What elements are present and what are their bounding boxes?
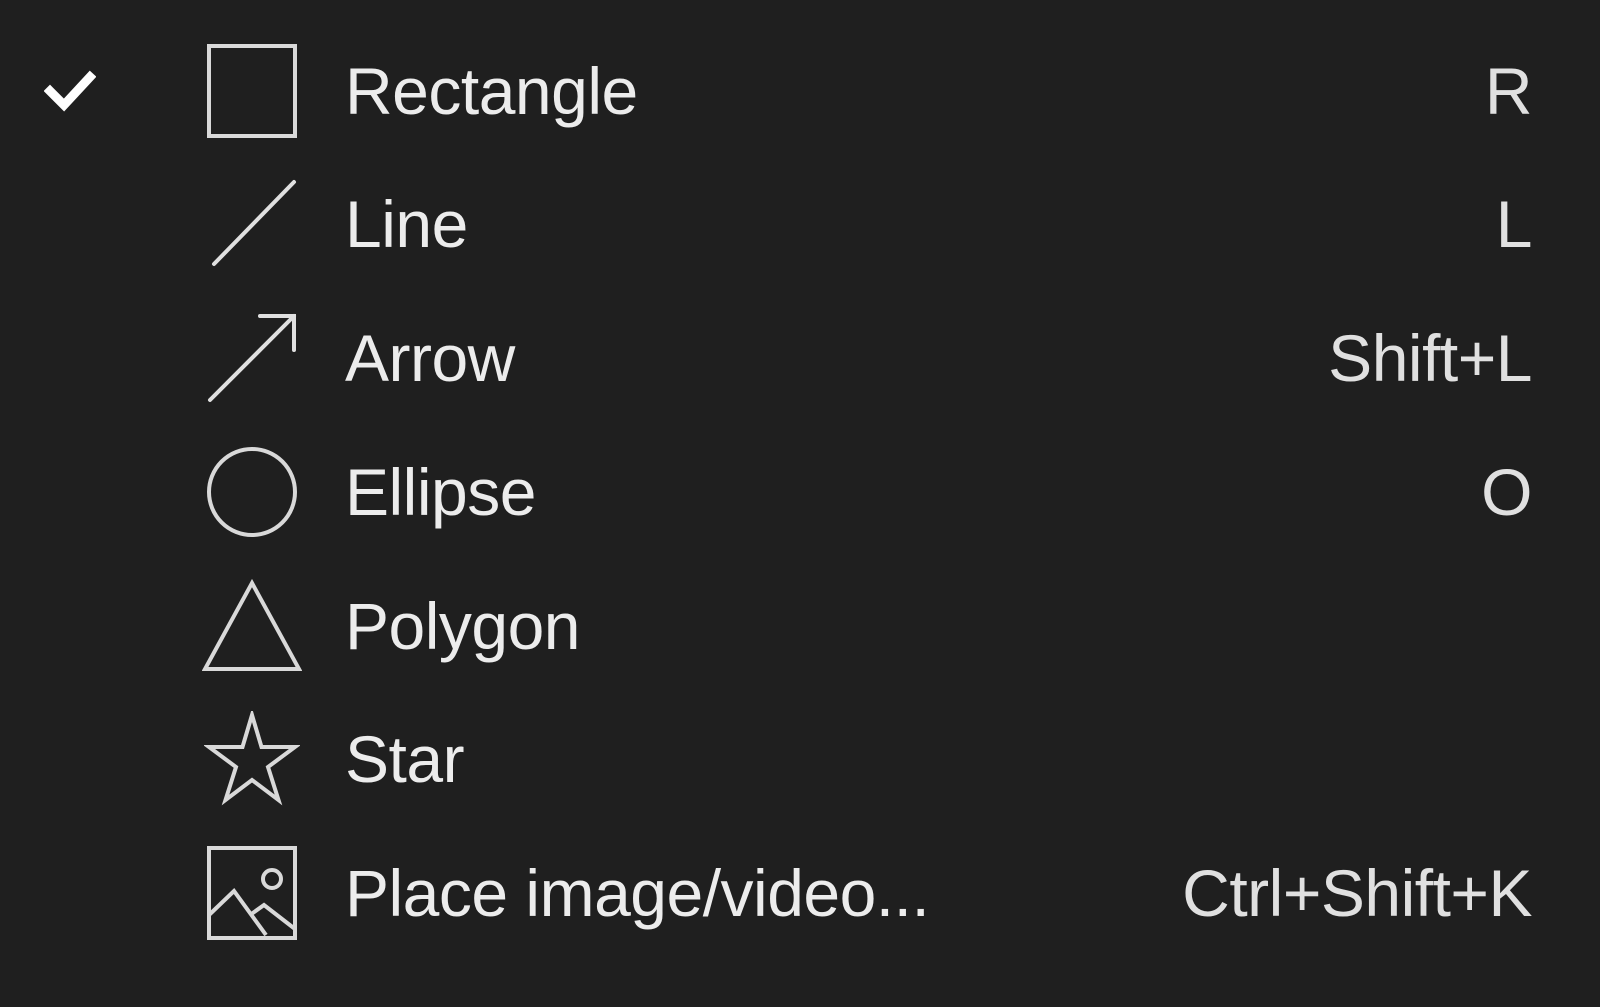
shortcut-hint: Shift+L	[1328, 321, 1532, 395]
ellipse-icon	[200, 425, 304, 559]
menu-item-rectangle[interactable]: Rectangle R	[0, 24, 1600, 158]
menu-item-place-image[interactable]: Place image/video... Ctrl+Shift+K	[0, 826, 1600, 960]
shape-tools-menu: Rectangle R Line L Arrow Shift+L Ellipse…	[0, 0, 1600, 1007]
checkmark-icon	[40, 24, 100, 158]
image-icon	[200, 826, 304, 960]
menu-item-label: Line	[345, 187, 468, 261]
menu-item-star[interactable]: Star	[0, 692, 1600, 826]
menu-item-line[interactable]: Line L	[0, 157, 1600, 291]
shortcut-hint: R	[1484, 54, 1533, 128]
polygon-icon	[200, 559, 304, 693]
line-icon	[200, 157, 304, 291]
arrow-icon	[200, 291, 304, 425]
shortcut-hint: L	[1495, 187, 1533, 261]
menu-item-label: Place image/video...	[345, 856, 930, 930]
menu-item-label: Ellipse	[345, 455, 536, 529]
shortcut-hint: O	[1481, 455, 1532, 529]
shortcut-hint: Ctrl+Shift+K	[1182, 856, 1532, 930]
menu-item-ellipse[interactable]: Ellipse O	[0, 425, 1600, 559]
rectangle-icon	[200, 24, 304, 158]
star-icon	[200, 692, 304, 826]
menu-item-polygon[interactable]: Polygon	[0, 559, 1600, 693]
menu-item-arrow[interactable]: Arrow Shift+L	[0, 291, 1600, 425]
menu-item-label: Star	[345, 722, 465, 796]
menu-item-label: Polygon	[345, 589, 581, 663]
menu-item-label: Arrow	[345, 321, 515, 395]
menu-item-label: Rectangle	[345, 54, 638, 128]
